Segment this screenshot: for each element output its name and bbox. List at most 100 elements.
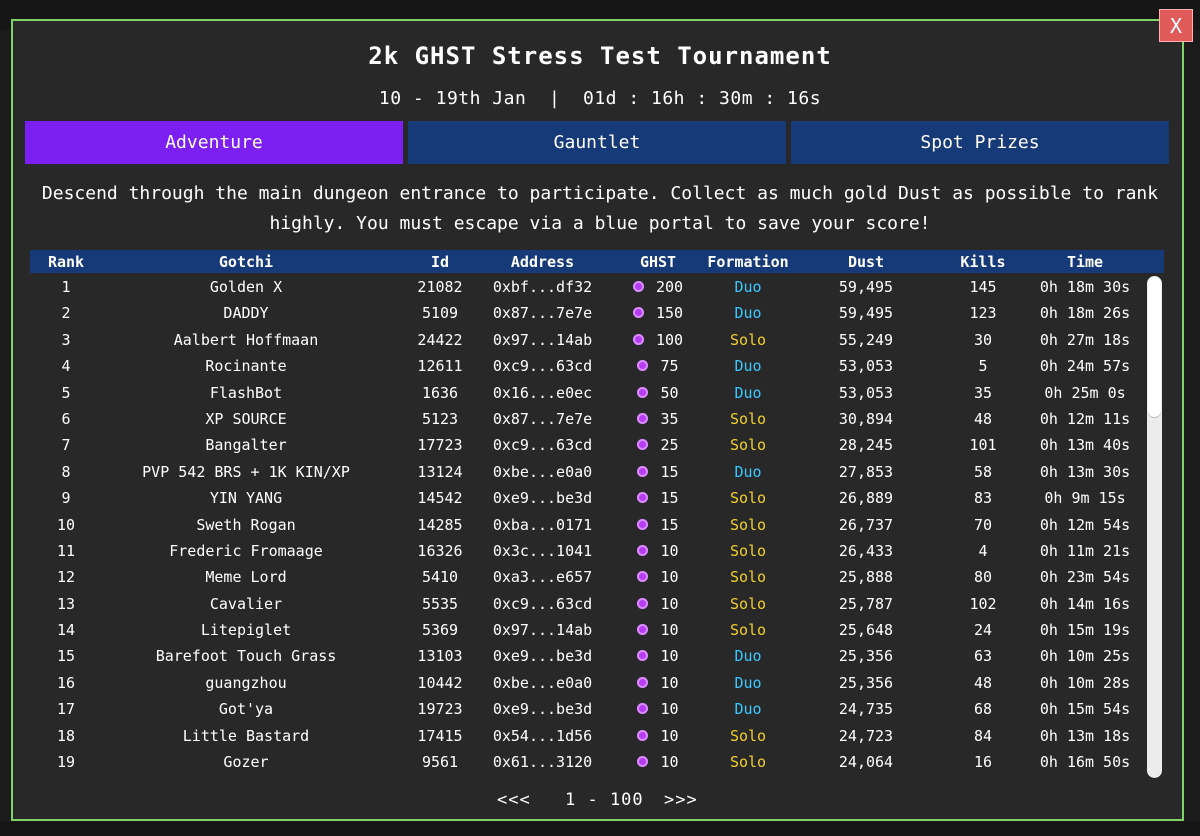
time-cell: 0h 10m 28s — [1039, 673, 1131, 692]
ghst-cell: 10 — [618, 595, 698, 613]
gotchi-name-cell: Frederic Fromaage — [169, 541, 323, 560]
leaderboard-scrollbar-thumb[interactable] — [1148, 277, 1161, 417]
ghst-cell: 15 — [618, 489, 698, 507]
table-row[interactable]: 12 Meme Lord 5410 0xa3...e657 10 Solo 25,888 80… — [30, 564, 1145, 590]
gotchi-id-cell: 17723 — [417, 436, 463, 455]
leaderboard-rows[interactable]: 1 Golden X 21082 0xbf...df32 200 Duo 59,495 145… — [30, 274, 1145, 780]
dust-cell: 25,648 — [838, 621, 894, 640]
table-row[interactable]: 16 guangzhou 10442 0xbe...e0a0 10 Duo 25,356 48… — [30, 670, 1145, 696]
page-range: 1 - 100 — [565, 790, 644, 810]
dust-cell: 24,723 — [838, 726, 894, 745]
table-row[interactable]: 17 Got'ya 19723 0xe9...be3d 10 Duo 24,735 68 0h … — [30, 696, 1145, 722]
header-kills: Kills — [960, 253, 1006, 271]
gotchi-name-cell: Rocinante — [205, 357, 287, 376]
gotchi-name-cell: FlashBot — [209, 383, 283, 402]
kills-cell: 5 — [978, 357, 988, 376]
table-row[interactable]: 19 Gozer 9561 0x61...3120 10 Solo 24,064 16 0h 1… — [30, 749, 1145, 775]
gotchi-name-cell: Litepiglet — [200, 621, 292, 640]
time-cell: 0h 23m 54s — [1039, 568, 1131, 587]
table-row[interactable]: 9 YIN YANG 14542 0xe9...be3d 15 Solo 26,889 83 0… — [30, 485, 1145, 511]
tournament-title: 2k GHST Stress Test Tournament — [368, 42, 832, 70]
leaderboard-header: Rank Gotchi Id Address GHST Formation Du… — [30, 250, 1164, 273]
prev-page-button[interactable]: <<< — [497, 790, 531, 810]
dust-cell: 25,356 — [838, 647, 894, 666]
table-row[interactable]: 11 Frederic Fromaage 16326 0x3c...1041 10 Sol… — [30, 538, 1145, 564]
kills-cell: 30 — [973, 330, 993, 349]
ghst-token-icon — [637, 412, 649, 424]
ghst-amount: 35 — [660, 409, 679, 428]
time-cell: 0h 12m 11s — [1039, 409, 1131, 428]
table-row[interactable]: 13 Cavalier 5535 0xc9...63cd 10 Solo 25,787 102… — [30, 591, 1145, 617]
ghst-amount: 100 — [655, 330, 684, 349]
time-cell: 0h 13m 30s — [1039, 462, 1131, 481]
tab-gauntlet[interactable]: Gauntlet — [408, 121, 786, 164]
table-row[interactable]: 7 Bangalter 17723 0xc9...63cd 25 Solo 28,245 10… — [30, 432, 1145, 458]
ghst-amount: 50 — [660, 383, 679, 402]
time-cell: 0h 18m 26s — [1039, 304, 1131, 323]
table-row[interactable]: 6 XP SOURCE 5123 0x87...7e7e 35 Solo 30,894 48 0… — [30, 406, 1145, 432]
tab-adventure[interactable]: Adventure — [25, 121, 403, 164]
table-row[interactable]: 14 Litepiglet 5369 0x97...14ab 10 Solo 25,648 2… — [30, 617, 1145, 643]
gotchi-id-cell: 1636 — [421, 383, 459, 402]
time-cell: 0h 15m 19s — [1039, 621, 1131, 640]
kills-cell: 123 — [969, 304, 997, 323]
gotchi-id-cell: 5123 — [421, 409, 459, 428]
ghst-amount: 15 — [660, 489, 679, 508]
ghst-amount: 150 — [655, 304, 684, 323]
kills-cell: 145 — [969, 278, 997, 296]
ghst-cell: 10 — [618, 753, 698, 771]
background-game-bottom — [0, 822, 1200, 836]
gotchi-id-cell: 24422 — [417, 330, 463, 349]
kills-cell: 48 — [973, 673, 993, 692]
address-cell: 0xba...0171 — [492, 515, 593, 534]
ghst-cell: 15 — [618, 516, 698, 534]
ghst-amount: 10 — [660, 673, 679, 692]
time-cell: 0h 24m 57s — [1039, 357, 1131, 376]
gotchi-id-cell: 13103 — [417, 647, 463, 666]
table-row[interactable]: 18 Little Bastard 17415 0x54...1d56 10 Solo 24… — [30, 723, 1145, 749]
ghst-token-icon — [637, 703, 649, 715]
dust-cell: 59,495 — [838, 278, 894, 296]
gotchi-id-cell: 12611 — [417, 357, 463, 376]
ghst-token-icon — [637, 756, 649, 768]
formation-cell: Solo — [729, 515, 767, 534]
time-cell: 0h 18m 30s — [1039, 278, 1131, 296]
dust-cell: 24,064 — [838, 753, 894, 772]
gotchi-name-cell: Golden X — [209, 278, 283, 296]
formation-cell: Duo — [734, 700, 762, 719]
close-button[interactable]: X — [1159, 9, 1193, 42]
tab-spot-prizes[interactable]: Spot Prizes — [791, 121, 1169, 164]
formation-cell: Solo — [729, 409, 767, 428]
kills-cell: 35 — [973, 383, 993, 402]
gotchi-id-cell: 5535 — [421, 594, 459, 613]
table-row[interactable]: 1 Golden X 21082 0xbf...df32 200 Duo 59,495 145… — [30, 274, 1145, 300]
rank-cell: 18 — [56, 726, 76, 745]
gotchi-id-cell: 16326 — [417, 541, 463, 560]
kills-cell: 16 — [973, 753, 993, 772]
table-row[interactable]: 8 PVP 542 BRS + 1K KIN/XP 13124 0xbe...e0a0… — [30, 459, 1145, 485]
next-page-button[interactable]: >>> — [664, 790, 698, 810]
kills-cell: 102 — [969, 594, 997, 613]
table-row[interactable]: 5 FlashBot 1636 0x16...e0ec 50 Duo 53,053 35 0h … — [30, 380, 1145, 406]
address-cell: 0xe9...be3d — [492, 489, 593, 508]
table-row[interactable]: 4 Rocinante 12611 0xc9...63cd 75 Duo 53,053 5 0h… — [30, 353, 1145, 379]
formation-cell: Duo — [734, 357, 762, 376]
table-row[interactable]: 3 Aalbert Hoffmaan 24422 0x97...14ab 100 Solo… — [30, 327, 1145, 353]
ghst-cell: 10 — [618, 621, 698, 639]
dust-cell: 53,053 — [838, 357, 894, 376]
gotchi-id-cell: 19723 — [417, 700, 463, 719]
time-cell: 0h 25m 0s — [1044, 383, 1126, 402]
time-cell: 0h 13m 18s — [1039, 726, 1131, 745]
table-row[interactable]: 2 DADDY 5109 0x87...7e7e 150 Duo 59,495 123 0h 1… — [30, 300, 1145, 326]
ghst-amount: 15 — [660, 462, 679, 481]
ghst-token-icon — [637, 360, 649, 372]
rank-cell: 9 — [61, 489, 71, 508]
gotchi-name-cell: guangzhou — [205, 673, 287, 692]
ghst-amount: 75 — [660, 357, 679, 376]
table-row[interactable]: 15 Barefoot Touch Grass 13103 0xe9...be3d 10… — [30, 643, 1145, 669]
kills-cell: 83 — [973, 489, 993, 508]
table-row[interactable]: 10 Sweth Rogan 14285 0xba...0171 15 Solo 26,73… — [30, 512, 1145, 538]
rank-cell: 16 — [56, 673, 76, 692]
gotchi-name-cell: YIN YANG — [209, 489, 283, 508]
ghst-token-icon — [637, 439, 649, 451]
